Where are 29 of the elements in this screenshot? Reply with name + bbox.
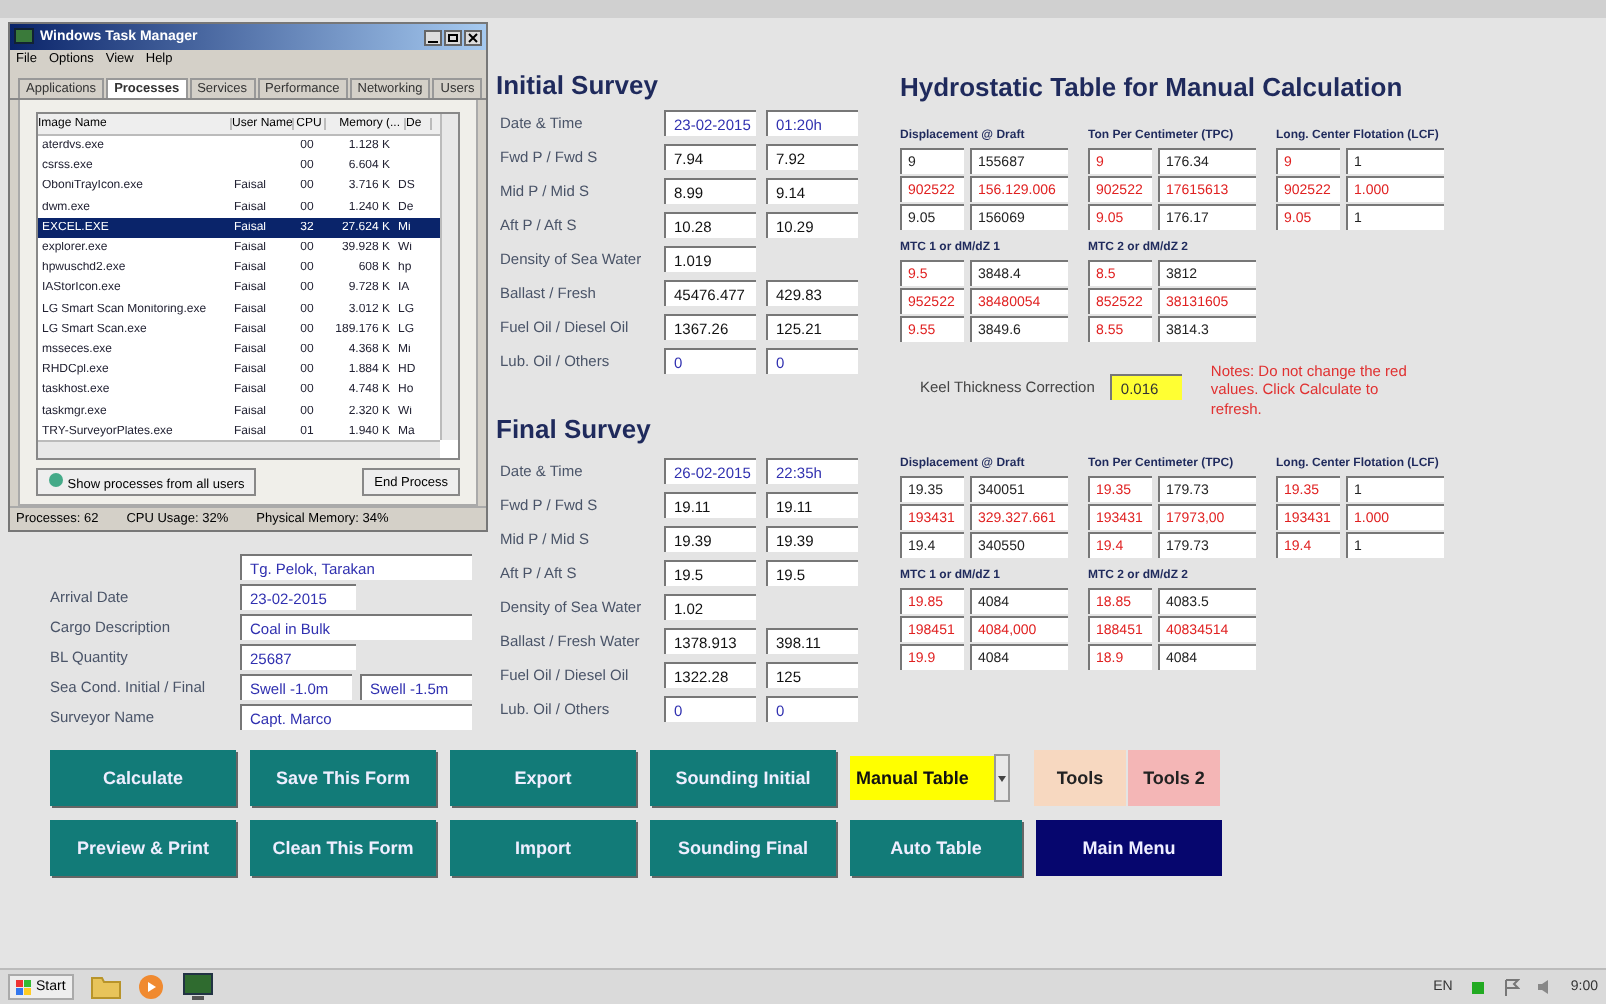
close-icon[interactable] [464,29,482,45]
app-icon [14,28,34,46]
form-button[interactable]: Calculate [50,749,236,806]
maximize-icon[interactable] [444,29,462,45]
monitor-icon[interactable] [179,972,216,1003]
section-title: Hydrostatic Table for Manual Calculation [900,72,1405,102]
flag-icon[interactable] [1502,978,1521,997]
windows-logo-icon [16,979,32,996]
form-button[interactable]: Sounding Initial [650,749,836,806]
form-button[interactable]: Tools [1034,749,1126,806]
folder-icon[interactable] [89,974,122,1001]
form-button[interactable]: Import [450,819,636,876]
form-button[interactable]: Sounding Final [650,819,836,876]
dropdown-icon [994,753,1010,802]
play-icon[interactable] [137,974,164,1001]
minimize-icon[interactable] [424,29,442,45]
scrollbar[interactable] [38,440,440,458]
form-button[interactable]: Auto Table [850,819,1022,876]
scrollbar[interactable] [440,114,458,440]
form-button[interactable]: Save This Form [250,749,436,806]
dot-icon [48,472,64,488]
form-button[interactable]: Tools 2 [1128,749,1220,806]
table-select[interactable]: Manual Table [850,755,1010,800]
form-button[interactable]: Main Menu [1036,819,1222,876]
form-button[interactable]: Preview & Print [50,819,236,876]
form-button[interactable]: Export [450,749,636,806]
form-button[interactable]: Clean This Form [250,819,436,876]
section-title: Final Survey [496,414,653,448]
section-title: Initial Survey [496,70,660,104]
